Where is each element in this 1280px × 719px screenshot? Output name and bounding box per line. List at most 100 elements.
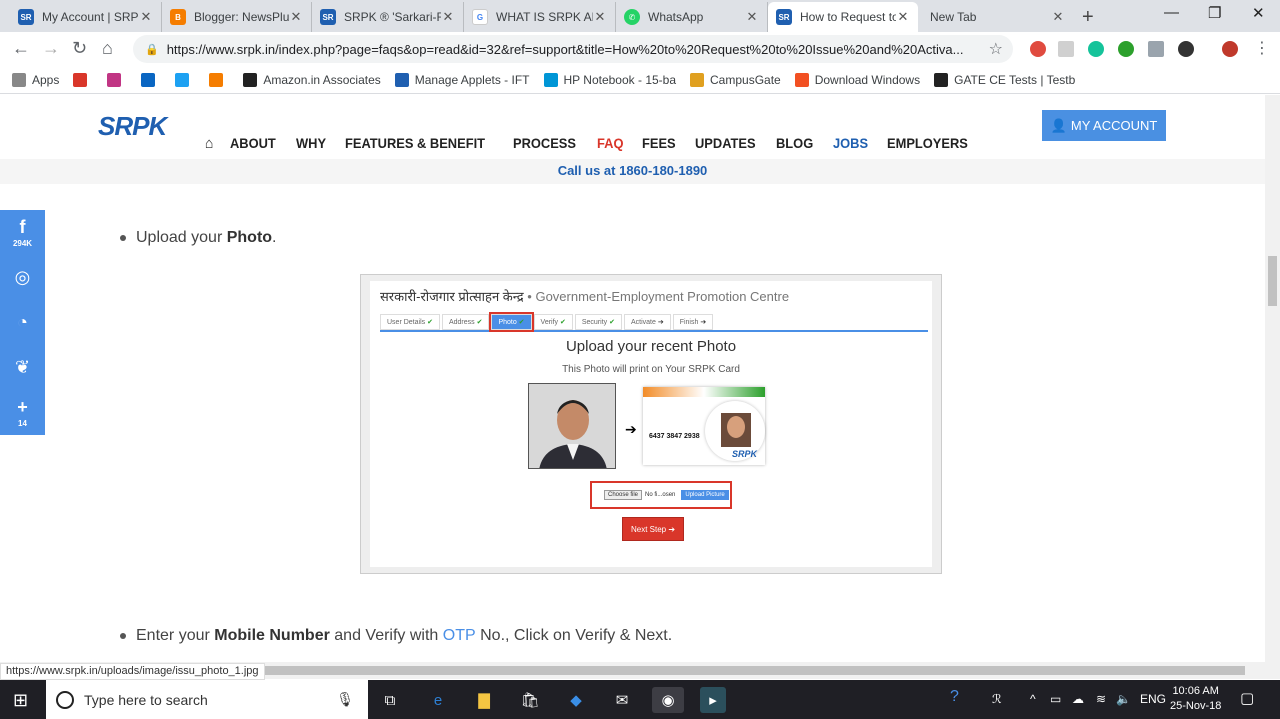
window-close-icon[interactable]: ✕ — [1252, 4, 1265, 22]
next-step-button[interactable]: Next Step ➔ — [622, 517, 684, 541]
nav-updates[interactable]: UPDATES — [695, 135, 756, 151]
address-bar[interactable]: 🔒 https://www.srpk.in/index.php?page=faq… — [133, 35, 1013, 63]
store-icon[interactable]: 🛍 — [517, 687, 543, 713]
tab-whatsapp[interactable]: ✆ WhatsApp ✕ — [616, 2, 768, 32]
grammarly-icon[interactable] — [1088, 41, 1104, 57]
cortana-icon — [56, 690, 74, 709]
tab-strip: SR My Account | SRPK ✕ B Blogger: NewsPl… — [0, 0, 1280, 32]
windows-icon — [794, 72, 809, 87]
mic-icon[interactable]: 🎙 — [336, 691, 354, 708]
site-logo[interactable]: SRPK — [98, 111, 167, 142]
windows-start-icon[interactable]: ⊞ — [13, 690, 28, 711]
mail-icon[interactable]: ✉ — [609, 687, 635, 713]
dropbox-icon[interactable]: ◆ — [563, 687, 589, 713]
messenger-icon: ◔ — [17, 312, 28, 332]
nav-process[interactable]: PROCESS — [513, 135, 576, 151]
bookmark-9[interactable]: CampusGate — [690, 72, 781, 87]
upload-photo-screenshot[interactable]: सरकारी-रोजगार प्रोत्साहन केन्द्र • Gover… — [360, 274, 942, 574]
bookmark-3[interactable] — [141, 72, 161, 87]
notifications-icon[interactable]: ▢ — [1240, 689, 1254, 707]
edge-icon[interactable]: e — [425, 687, 451, 713]
tab-blogger[interactable]: B Blogger: NewsPlus ✕ — [162, 2, 312, 32]
app-icon[interactable]: ▸ — [700, 687, 726, 713]
nav-blog[interactable]: BLOG — [776, 135, 813, 151]
my-account-button[interactable]: 👤 MY ACCOUNT — [1042, 110, 1166, 141]
share-facebook-button[interactable]: f 294K — [0, 210, 45, 255]
home-icon[interactable]: ⌂ — [205, 135, 213, 152]
wizard-step-finish: Finish ➔ — [672, 314, 714, 330]
bookmark-1[interactable] — [73, 72, 93, 87]
profile-k-icon[interactable] — [1178, 41, 1194, 57]
pdf-icon[interactable] — [1058, 41, 1074, 57]
restore-icon[interactable]: ❐ — [1208, 4, 1221, 22]
close-icon[interactable]: ✕ — [139, 9, 153, 25]
faq-step-2: Enter your Mobile Number and Verify with… — [120, 627, 672, 645]
bookmark-10[interactable]: Download Windows — [794, 72, 920, 87]
srpk-icon: SR — [18, 9, 34, 25]
tab-how-to-request[interactable]: SR How to Request to ✕ — [768, 2, 918, 32]
share-messenger-button[interactable]: ◔ — [0, 300, 45, 345]
amazon-icon — [243, 72, 258, 87]
cloud-icon[interactable]: ☁ — [1072, 692, 1084, 706]
language-indicator[interactable]: ENG — [1140, 692, 1166, 706]
bookmark-5[interactable] — [209, 72, 229, 87]
reload-icon[interactable]: ↻ — [72, 38, 87, 59]
campusgate-icon — [690, 72, 705, 87]
close-icon[interactable]: ✕ — [745, 9, 759, 25]
close-icon[interactable]: ✕ — [896, 9, 910, 25]
minimize-icon[interactable]: — — [1164, 4, 1179, 21]
tab-google[interactable]: G WHAT IS SRPK AN ✕ — [464, 2, 616, 32]
tab-my-account[interactable]: SR My Account | SRPK ✕ — [10, 2, 162, 32]
chrome-icon[interactable]: ◉ — [652, 687, 684, 713]
avatar[interactable] — [1222, 41, 1238, 57]
tab-new-tab[interactable]: New Tab ✕ — [918, 2, 1073, 32]
tab-srpk-sarkari[interactable]: SR SRPK ® 'Sarkari-R ✕ — [312, 2, 464, 32]
bookmark-8[interactable]: HP Notebook - 15-ba — [543, 72, 676, 87]
bookmark-0[interactable]: Apps — [12, 72, 59, 87]
call-banner[interactable]: Call us at 1860-180-1890 — [0, 159, 1265, 184]
upload-picture-button[interactable]: Upload Picture — [681, 490, 729, 500]
bookmark-6[interactable]: Amazon.in Associates — [243, 72, 381, 87]
bookmark-4[interactable] — [175, 72, 195, 87]
extension-icon[interactable] — [1148, 41, 1164, 57]
taskbar-search[interactable]: Type here to search 🎙 — [46, 680, 368, 719]
nav-why[interactable]: WHY — [296, 135, 326, 151]
close-icon[interactable]: ✕ — [1051, 9, 1065, 25]
nav-jobs[interactable]: JOBS — [833, 135, 868, 151]
back-icon[interactable]: ← — [12, 38, 30, 59]
bookmark-7[interactable]: Manage Applets - IFT — [394, 72, 530, 87]
nav-employers[interactable]: EMPLOYERS — [887, 135, 968, 151]
vertical-scrollbar[interactable] — [1265, 95, 1280, 662]
star-icon[interactable]: ☆ — [989, 39, 1003, 59]
user-icon: 👤 — [1050, 117, 1067, 133]
extension-icon[interactable] — [1030, 41, 1046, 57]
help-icon[interactable]: ? — [950, 688, 959, 706]
close-icon[interactable]: ✕ — [289, 9, 303, 25]
home-icon[interactable]: ⌂ — [102, 38, 113, 59]
status-bar-url: https://www.srpk.in/uploads/image/issu_p… — [0, 663, 265, 680]
share-plus-button[interactable]: +14 — [0, 390, 45, 435]
menu-icon[interactable]: ⋮ — [1254, 38, 1270, 58]
extension-icon[interactable] — [1118, 41, 1134, 57]
wifi-icon[interactable]: ≋ — [1096, 692, 1106, 706]
new-tab-button[interactable]: + — [1082, 6, 1094, 29]
battery-icon[interactable]: ▭ — [1050, 692, 1061, 706]
bookmark-2[interactable] — [107, 72, 127, 87]
close-icon[interactable]: ✕ — [441, 9, 455, 25]
volume-icon[interactable]: 🔈 — [1116, 692, 1131, 706]
close-icon[interactable]: ✕ — [593, 9, 607, 25]
bookmark-11[interactable]: GATE CE Tests | Testb — [934, 72, 1075, 87]
nav-features[interactable]: FEATURES & BENEFIT — [345, 135, 485, 151]
nav-fees[interactable]: FEES — [642, 135, 676, 151]
twitter-icon: ❦ — [14, 357, 31, 377]
task-view-icon[interactable]: ⧉ — [377, 687, 403, 713]
nav-about[interactable]: ABOUT — [230, 135, 276, 151]
clock[interactable]: 10:06 AM 25-Nov-18 — [1170, 684, 1221, 714]
share-whatsapp-button[interactable]: ◎ — [0, 255, 45, 300]
chevron-up-icon[interactable]: ^ — [1030, 692, 1036, 706]
people-icon[interactable]: ℛ — [992, 692, 1002, 706]
choose-file-button[interactable]: Choose file — [604, 490, 643, 500]
file-explorer-icon[interactable]: ▇ — [471, 687, 497, 713]
forward-icon[interactable]: → — [42, 38, 60, 59]
share-twitter-button[interactable]: ❦ — [0, 345, 45, 390]
